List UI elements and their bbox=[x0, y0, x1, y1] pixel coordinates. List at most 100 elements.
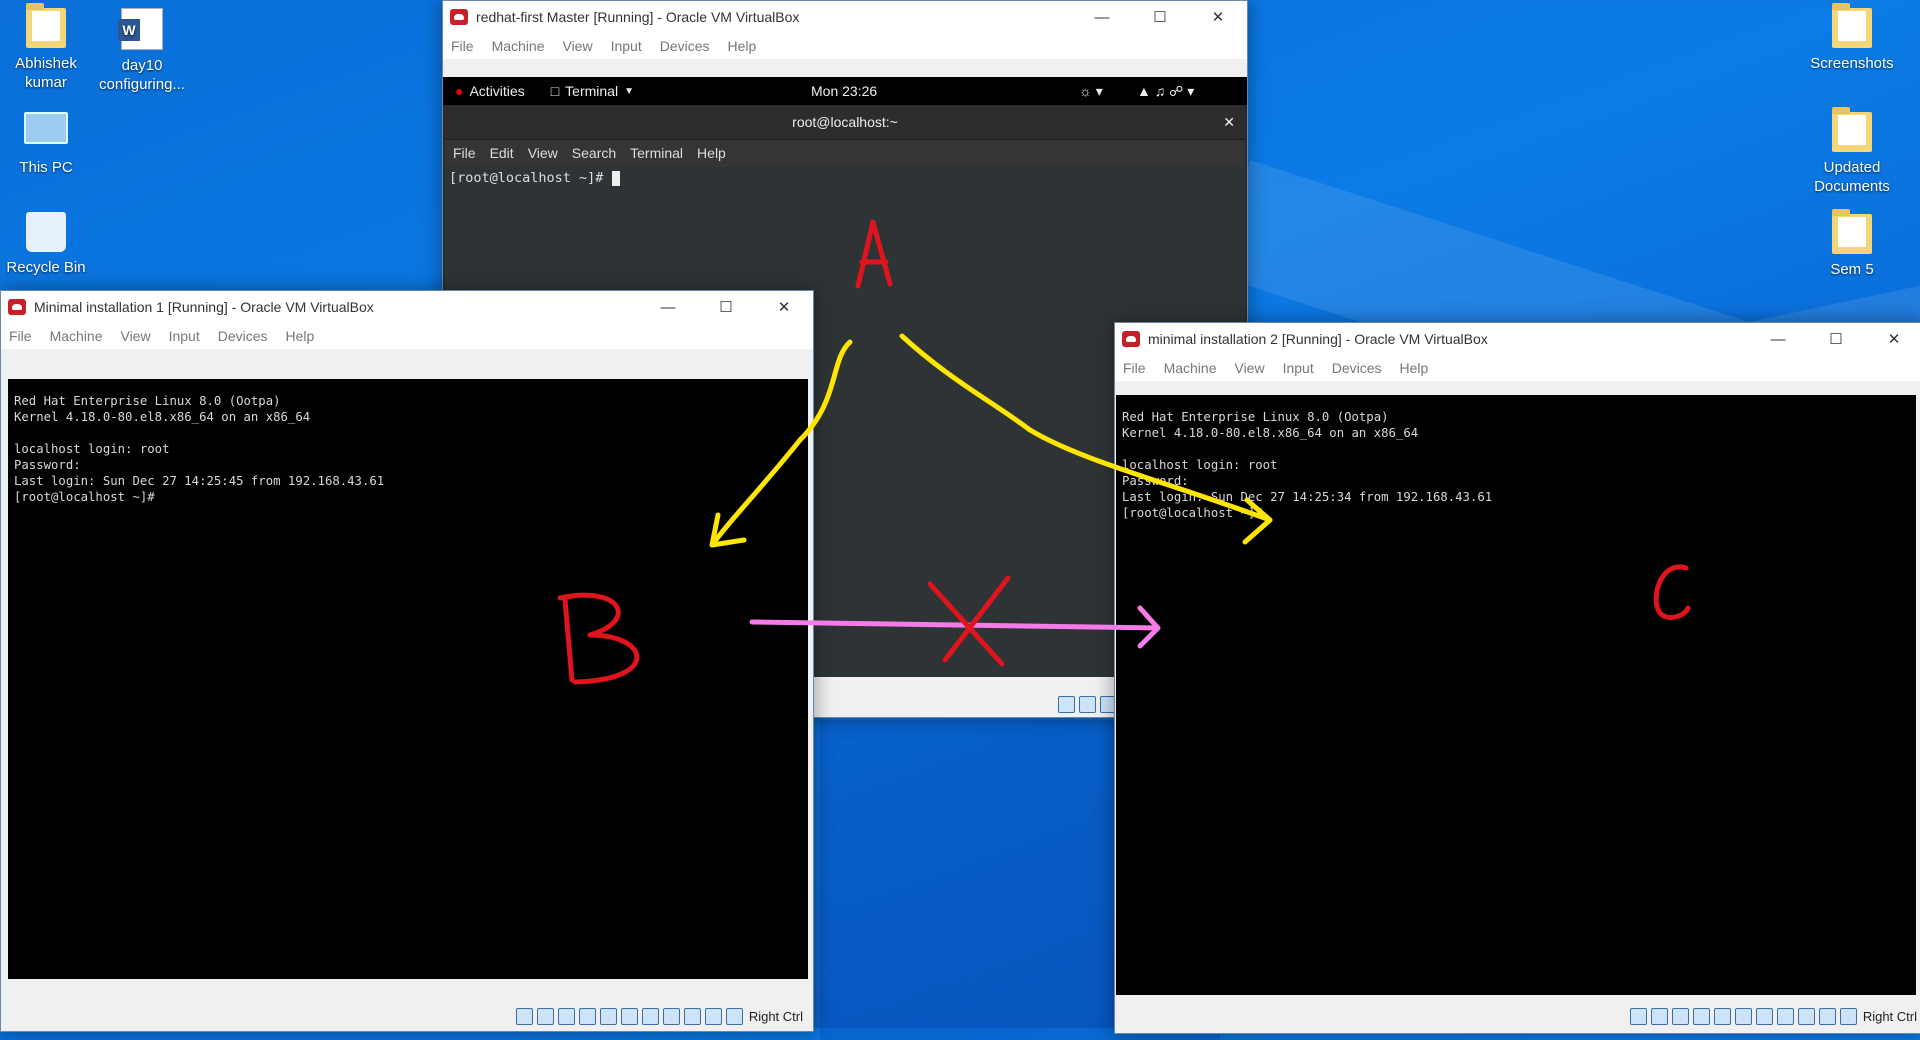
virtualbox-icon bbox=[1122, 331, 1140, 347]
close-icon[interactable]: ✕ bbox=[1223, 114, 1235, 131]
keyboard-capture-icon[interactable] bbox=[1839, 1007, 1857, 1025]
menu-view[interactable]: View bbox=[562, 38, 592, 54]
console-line: Red Hat Enterprise Linux 8.0 (Ootpa) bbox=[14, 394, 281, 408]
terminal-menu-view[interactable]: View bbox=[528, 145, 558, 161]
menu-file[interactable]: File bbox=[451, 38, 474, 54]
close-button[interactable]: ✕ bbox=[755, 291, 813, 323]
shared-folders-icon[interactable] bbox=[1734, 1007, 1752, 1025]
menu-machine[interactable]: Machine bbox=[50, 328, 103, 344]
terminal-menu-file[interactable]: File bbox=[453, 145, 476, 161]
desktop-icon-screenshots[interactable]: Screenshots bbox=[1807, 3, 1897, 73]
console-line: Password: bbox=[14, 458, 81, 472]
menu-devices[interactable]: Devices bbox=[660, 38, 710, 54]
console-line: Last login: Sun Dec 27 14:25:45 from 192… bbox=[14, 474, 385, 488]
close-button[interactable]: ✕ bbox=[1865, 323, 1920, 355]
optical-drive-icon[interactable] bbox=[536, 1007, 554, 1025]
gnome-top-bar: ● Activities □ Terminal ▼ Mon 23:26 ☼ ▾ … bbox=[443, 77, 1247, 105]
menu-help[interactable]: Help bbox=[728, 38, 757, 54]
display-icon[interactable] bbox=[1755, 1007, 1773, 1025]
clock[interactable]: Mon 23:26 bbox=[811, 83, 877, 99]
menu-devices[interactable]: Devices bbox=[218, 328, 268, 344]
vm2-window[interactable]: minimal installation 2 [Running] - Oracl… bbox=[1114, 322, 1920, 1034]
keyboard-capture-icon[interactable] bbox=[725, 1007, 743, 1025]
desktop-icon-recycle-bin[interactable]: Recycle Bin bbox=[1, 212, 91, 277]
terminal-menu-search[interactable]: Search bbox=[572, 145, 616, 161]
desktop-icon-label: Updated Documents bbox=[1814, 159, 1890, 195]
vm-console-screen[interactable]: Red Hat Enterprise Linux 8.0 (Ootpa) Ker… bbox=[1116, 395, 1916, 995]
maximize-button[interactable]: ☐ bbox=[1131, 1, 1189, 33]
recording-icon[interactable] bbox=[1776, 1007, 1794, 1025]
console-line: [root@localhost ~]# bbox=[14, 490, 155, 504]
activities-button[interactable]: Activities bbox=[469, 83, 524, 99]
menu-help[interactable]: Help bbox=[286, 328, 315, 344]
shared-folders-icon[interactable] bbox=[620, 1007, 638, 1025]
menu-bar: File Machine View Input Devices Help bbox=[443, 33, 1247, 59]
network-icon[interactable] bbox=[1692, 1007, 1710, 1025]
terminal-title-bar[interactable]: root@localhost:~ ✕ bbox=[445, 105, 1245, 140]
host-key-label: Right Ctrl bbox=[748, 1008, 803, 1024]
menu-machine[interactable]: Machine bbox=[492, 38, 545, 54]
terminal-menu-terminal[interactable]: Terminal bbox=[630, 145, 683, 161]
virtualbox-icon bbox=[450, 9, 468, 25]
vm-console-screen[interactable]: Red Hat Enterprise Linux 8.0 (Ootpa) Ker… bbox=[8, 379, 808, 979]
desktop-icon-abhishek-kumar[interactable]: Abhishek kumar bbox=[1, 3, 91, 92]
hard-disk-icon[interactable] bbox=[1629, 1007, 1647, 1025]
mouse-integration-icon[interactable] bbox=[704, 1007, 722, 1025]
menu-view[interactable]: View bbox=[120, 328, 150, 344]
display-icon[interactable] bbox=[641, 1007, 659, 1025]
menu-bar: File Machine View Input Devices Help bbox=[1115, 355, 1920, 381]
audio-icon[interactable] bbox=[1671, 1007, 1689, 1025]
app-menu[interactable]: Terminal bbox=[565, 83, 618, 99]
accessibility-icon[interactable]: ☼ ▾ bbox=[1079, 83, 1103, 100]
menu-input[interactable]: Input bbox=[1283, 360, 1314, 376]
system-status-icons[interactable]: ▲ ♫ ☍ ▾ bbox=[1137, 83, 1194, 100]
terminal-menu-edit[interactable]: Edit bbox=[490, 145, 514, 161]
minimize-button[interactable]: — bbox=[1749, 323, 1807, 355]
vm1-window[interactable]: Minimal installation 1 [Running] - Oracl… bbox=[0, 290, 814, 1032]
hard-disk-icon[interactable] bbox=[515, 1007, 533, 1025]
title-bar[interactable]: Minimal installation 1 [Running] - Oracl… bbox=[1, 291, 813, 323]
desktop-icon-day10-document[interactable]: W day10 configuring... bbox=[97, 8, 187, 94]
maximize-button[interactable]: ☐ bbox=[697, 291, 755, 323]
cpu-icon[interactable] bbox=[683, 1007, 701, 1025]
menu-file[interactable]: File bbox=[9, 328, 32, 344]
menu-file[interactable]: File bbox=[1123, 360, 1146, 376]
menu-devices[interactable]: Devices bbox=[1332, 360, 1382, 376]
console-line: Password: bbox=[1122, 474, 1189, 488]
title-bar[interactable]: minimal installation 2 [Running] - Oracl… bbox=[1115, 323, 1920, 355]
desktop-icon-sem5[interactable]: Sem 5 bbox=[1807, 209, 1897, 279]
optical-drive-icon[interactable] bbox=[1079, 695, 1096, 713]
hard-disk-icon[interactable] bbox=[1058, 695, 1075, 713]
desktop-icon-updated-documents[interactable]: Updated Documents bbox=[1807, 107, 1897, 196]
maximize-button[interactable]: ☐ bbox=[1807, 323, 1865, 355]
recording-icon[interactable] bbox=[662, 1007, 680, 1025]
optical-drive-icon[interactable] bbox=[1650, 1007, 1668, 1025]
network-icon[interactable] bbox=[578, 1007, 596, 1025]
menu-machine[interactable]: Machine bbox=[1164, 360, 1217, 376]
menu-help[interactable]: Help bbox=[1400, 360, 1429, 376]
terminal-prompt: [root@localhost ~]# bbox=[449, 170, 612, 186]
status-bar: Right Ctrl bbox=[1, 1003, 807, 1029]
usb-icon[interactable] bbox=[1713, 1007, 1731, 1025]
folder-icon bbox=[1832, 209, 1872, 254]
desktop-icon-this-pc[interactable]: This PC bbox=[1, 112, 91, 177]
minimize-button[interactable]: — bbox=[1073, 1, 1131, 33]
close-button[interactable]: ✕ bbox=[1189, 1, 1247, 33]
usb-icon[interactable] bbox=[599, 1007, 617, 1025]
menu-view[interactable]: View bbox=[1234, 360, 1264, 376]
title-bar[interactable]: redhat-first Master [Running] - Oracle V… bbox=[443, 1, 1247, 33]
cpu-icon[interactable] bbox=[1797, 1007, 1815, 1025]
console-line: localhost login: root bbox=[1122, 458, 1278, 472]
minimize-button[interactable]: — bbox=[639, 291, 697, 323]
window-title: Minimal installation 1 [Running] - Oracl… bbox=[34, 299, 374, 315]
terminal-app-icon: □ bbox=[550, 83, 560, 99]
terminal-menu-help[interactable]: Help bbox=[697, 145, 726, 161]
audio-icon[interactable] bbox=[557, 1007, 575, 1025]
mouse-integration-icon[interactable] bbox=[1818, 1007, 1836, 1025]
menu-input[interactable]: Input bbox=[169, 328, 200, 344]
console-output: Red Hat Enterprise Linux 8.0 (Ootpa) Ker… bbox=[8, 379, 808, 505]
console-line: Kernel 4.18.0-80.el8.x86_64 on an x86_64 bbox=[1122, 426, 1419, 440]
menu-input[interactable]: Input bbox=[611, 38, 642, 54]
menu-bar: File Machine View Input Devices Help bbox=[1, 323, 813, 349]
terminal-output[interactable]: [root@localhost ~]# bbox=[445, 166, 1245, 186]
